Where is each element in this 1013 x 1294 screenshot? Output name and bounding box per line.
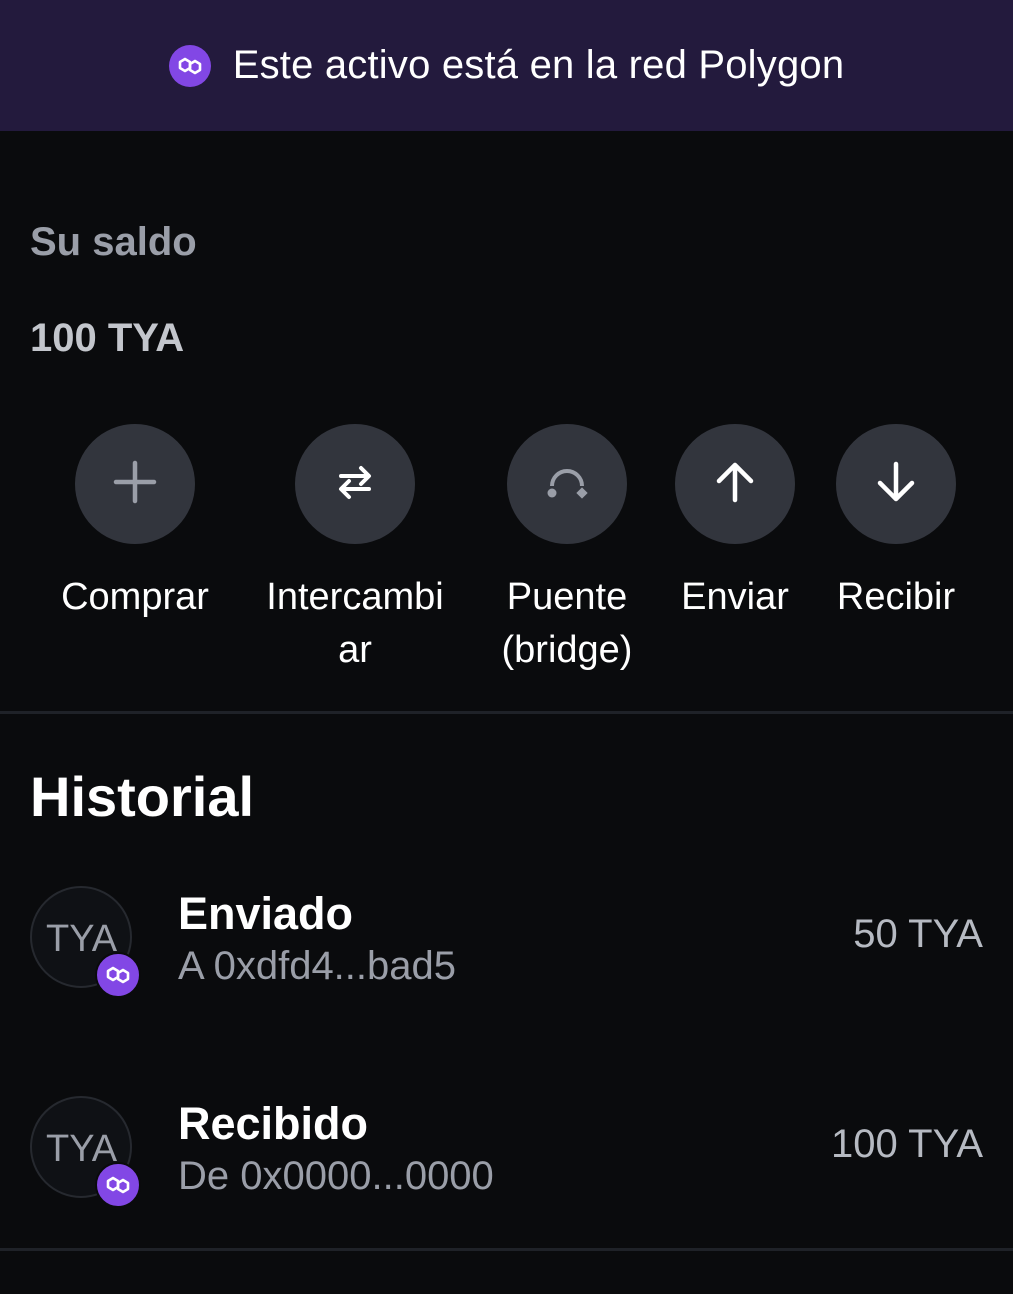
receive-button-circle[interactable] — [836, 424, 956, 544]
history-title: Historial — [30, 765, 255, 828]
bridge-label: Puente (bridge) — [501, 576, 633, 671]
buy-button[interactable]: Comprar — [25, 424, 245, 624]
bridge-icon — [545, 460, 589, 509]
swap-button-circle[interactable] — [295, 424, 415, 544]
receive-button[interactable]: Recibir — [786, 424, 1006, 624]
balance-value: 100 TYA — [30, 316, 185, 360]
balance-label: Su saldo — [30, 220, 197, 264]
transaction-amount: 100 TYA — [831, 1122, 983, 1166]
history-item[interactable]: TYA Recibido De 0x0000...0000 100 TYA — [0, 1096, 1013, 1226]
transaction-address: De 0x0000...0000 — [178, 1154, 494, 1198]
transaction-amount: 50 TYA — [853, 912, 983, 956]
send-label: Enviar — [681, 576, 789, 618]
polygon-icon — [95, 952, 141, 998]
arrow-down-icon — [874, 460, 918, 509]
bridge-button-circle[interactable] — [507, 424, 627, 544]
history-item[interactable]: TYA Enviado A 0xdfd4...bad5 50 TYA — [0, 886, 1013, 1016]
swap-label: Intercambi ar — [266, 576, 444, 671]
banner-text: Este activo está en la red Polygon — [232, 43, 845, 87]
swap-button[interactable]: Intercambi ar — [245, 424, 465, 677]
polygon-icon — [95, 1162, 141, 1208]
arrow-up-icon — [713, 460, 757, 509]
swap-icon — [335, 462, 375, 507]
buy-label: Comprar — [61, 576, 209, 618]
divider — [0, 711, 1013, 714]
transaction-title: Recibido — [178, 1098, 369, 1149]
receive-label: Recibir — [836, 576, 956, 618]
transaction-title: Enviado — [178, 888, 354, 939]
send-button-circle[interactable] — [675, 424, 795, 544]
transaction-address: A 0xdfd4...bad5 — [178, 944, 457, 988]
plus-icon — [111, 458, 159, 511]
polygon-icon — [168, 44, 211, 87]
network-banner: Este activo está en la red Polygon — [0, 0, 1013, 131]
buy-button-circle[interactable] — [75, 424, 195, 544]
divider — [0, 1248, 1013, 1251]
